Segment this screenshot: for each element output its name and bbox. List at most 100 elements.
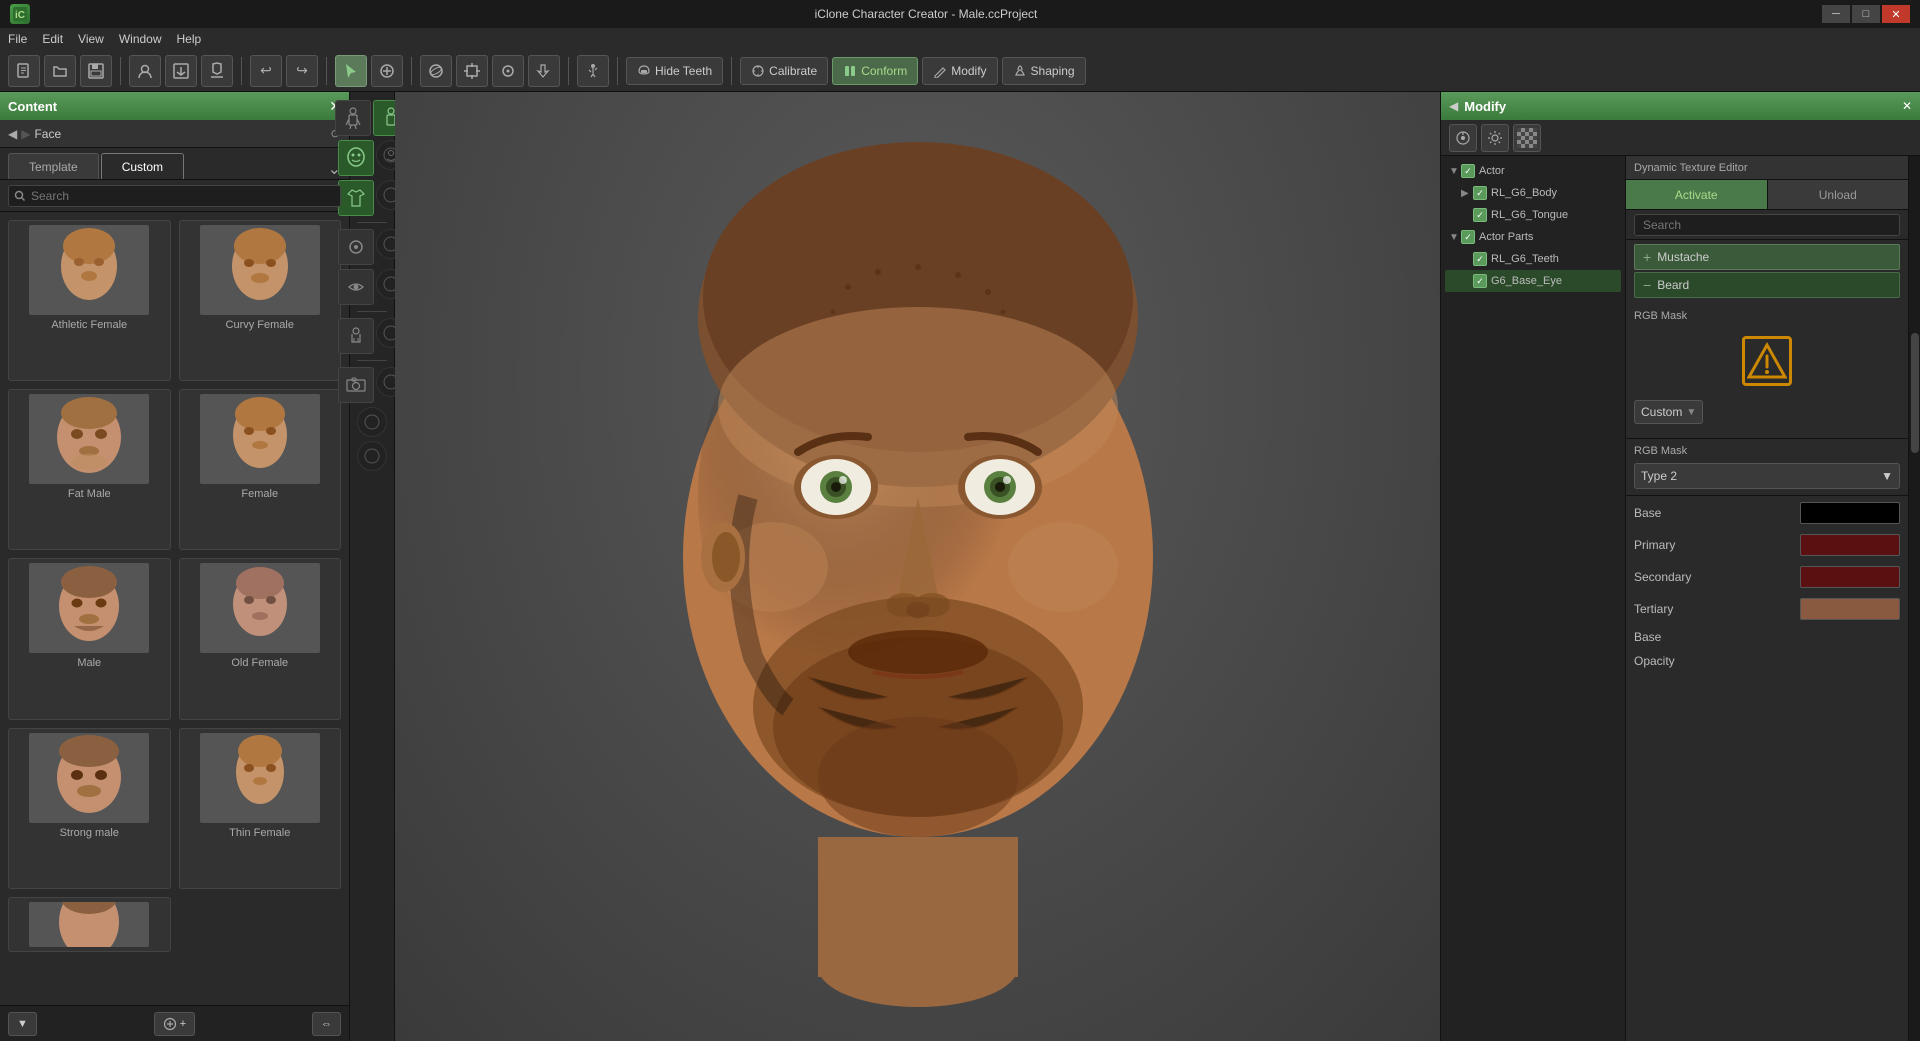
tool-body-front[interactable] — [335, 100, 371, 136]
body-checkbox[interactable] — [1473, 186, 1487, 200]
add-tool[interactable] — [371, 55, 403, 87]
type2-dropdown[interactable]: Type 2 ▼ — [1634, 463, 1900, 489]
mustache-label: Mustache — [1657, 250, 1709, 264]
search-bar — [0, 180, 349, 212]
move-tool[interactable] — [456, 55, 488, 87]
custom-dropdown-label: Custom — [1641, 405, 1682, 419]
undo-button[interactable]: ↩ — [250, 55, 282, 87]
menu-help[interactable]: Help — [177, 32, 202, 46]
char-old-female[interactable]: Old Female — [179, 558, 342, 719]
char-thin-female[interactable]: Thin Female — [179, 728, 342, 889]
modify-button[interactable]: Modify — [922, 57, 997, 85]
tree-item-actor[interactable]: ▼ Actor — [1445, 160, 1621, 182]
conform-button[interactable]: Conform — [832, 57, 918, 85]
actor-label: Actor — [1479, 165, 1505, 177]
beard-row[interactable]: − Beard — [1634, 272, 1900, 298]
menu-view[interactable]: View — [78, 32, 104, 46]
char-athletic-female[interactable]: Athletic Female — [8, 220, 171, 381]
char-female[interactable]: Female — [179, 389, 342, 550]
close-button[interactable]: ✕ — [1882, 5, 1910, 23]
mustache-expand[interactable]: + — [1643, 249, 1651, 265]
char-label: Old Female — [231, 657, 288, 669]
activate-button[interactable]: Activate — [1626, 180, 1767, 209]
tree-item-tongue[interactable]: RL_G6_Tongue — [1445, 204, 1621, 226]
pan-tool[interactable] — [528, 55, 560, 87]
parts-checkbox[interactable] — [1461, 230, 1475, 244]
menu-window[interactable]: Window — [119, 32, 162, 46]
bottom-right-btn[interactable]: ⇔ — [312, 1012, 341, 1036]
scrollbar-thumb[interactable] — [1911, 333, 1919, 453]
modify-back-icon[interactable]: ◀ — [1449, 99, 1458, 113]
props-search-input[interactable] — [1634, 214, 1900, 236]
checker-pattern — [1517, 128, 1537, 148]
actor-checkbox[interactable] — [1461, 164, 1475, 178]
import-button[interactable] — [165, 55, 197, 87]
menu-edit[interactable]: Edit — [42, 32, 63, 46]
character-3d — [588, 117, 1248, 1017]
shaping-button[interactable]: Shaping — [1002, 57, 1086, 85]
secondary-color-row: Secondary — [1634, 566, 1900, 588]
char-male[interactable]: Male — [8, 558, 171, 719]
tool-extra-1[interactable] — [357, 407, 387, 437]
rtool-settings[interactable] — [1481, 124, 1509, 152]
tab-custom[interactable]: Custom — [101, 153, 184, 179]
base-color-swatch[interactable] — [1800, 502, 1900, 524]
nav-back[interactable]: ◀ — [8, 127, 17, 141]
open-button[interactable] — [44, 55, 76, 87]
rtool-back[interactable] — [1449, 124, 1477, 152]
tab-template[interactable]: Template — [8, 153, 99, 179]
tree-item-teeth[interactable]: RL_G6_Teeth — [1445, 248, 1621, 270]
eye-checkbox[interactable] — [1473, 274, 1487, 288]
char-curvy-female[interactable]: Curvy Female — [179, 220, 342, 381]
unload-button[interactable]: Unload — [1767, 180, 1909, 209]
search-input[interactable] — [8, 185, 341, 207]
custom-dropdown[interactable]: Custom ▼ — [1634, 400, 1703, 424]
tool-morph[interactable] — [338, 318, 374, 354]
tool-clothing-front[interactable] — [338, 180, 374, 216]
walk-tool[interactable] — [577, 55, 609, 87]
expand-icon-parts[interactable]: ▼ — [1449, 232, 1461, 243]
viewport[interactable] — [395, 92, 1440, 1041]
mustache-row[interactable]: + Mustache — [1634, 244, 1900, 270]
tree-item-eye[interactable]: G6_Base_Eye — [1445, 270, 1621, 292]
menu-file[interactable]: File — [8, 32, 27, 46]
expand-icon[interactable]: ▼ — [1449, 166, 1461, 177]
toolbar-separator-3 — [326, 57, 327, 85]
tool-extra-2[interactable] — [357, 441, 387, 471]
export-button[interactable] — [201, 55, 233, 87]
primary-color-swatch[interactable] — [1800, 534, 1900, 556]
redo-button[interactable]: ↪ — [286, 55, 318, 87]
tree-item-actor-parts[interactable]: ▼ Actor Parts — [1445, 226, 1621, 248]
expand-icon-body[interactable]: ▶ — [1461, 188, 1473, 199]
modify-panel-close[interactable]: ✕ — [1902, 99, 1912, 113]
scrollbar-track[interactable] — [1908, 156, 1920, 1041]
hide-teeth-button[interactable]: Hide Teeth — [626, 57, 723, 85]
dte-title: Dynamic Texture Editor — [1634, 162, 1748, 174]
char-partial[interactable] — [8, 897, 171, 952]
rotate-tool[interactable] — [492, 55, 524, 87]
tool-camera[interactable] — [338, 367, 374, 403]
select-tool[interactable] — [335, 55, 367, 87]
char-fat-male[interactable]: Fat Male — [8, 389, 171, 550]
tertiary-color-swatch[interactable] — [1800, 598, 1900, 620]
tongue-checkbox[interactable] — [1473, 208, 1487, 222]
tree-item-body[interactable]: ▶ RL_G6_Body — [1445, 182, 1621, 204]
scene-tree: ▼ Actor ▶ RL_G6_Body RL_G6_Tongue — [1441, 156, 1626, 1041]
save-button[interactable] — [80, 55, 112, 87]
rtool-checker[interactable] — [1513, 124, 1541, 152]
tool-paint[interactable] — [338, 229, 374, 265]
secondary-color-swatch[interactable] — [1800, 566, 1900, 588]
add-content-btn[interactable]: + — [154, 1012, 195, 1036]
profile-button[interactable] — [129, 55, 161, 87]
teeth-checkbox[interactable] — [1473, 252, 1487, 266]
maximize-button[interactable]: □ — [1852, 5, 1880, 23]
char-strong-male[interactable]: Strong male — [8, 728, 171, 889]
minimize-button[interactable]: ─ — [1822, 5, 1850, 23]
new-button[interactable] — [8, 55, 40, 87]
tool-eye[interactable] — [338, 269, 374, 305]
scroll-left-btn[interactable]: ▼ — [8, 1012, 37, 1036]
tool-face[interactable] — [338, 140, 374, 176]
orbit-tool[interactable] — [420, 55, 452, 87]
beard-expand[interactable]: − — [1643, 277, 1651, 293]
calibrate-button[interactable]: Calibrate — [740, 57, 828, 85]
